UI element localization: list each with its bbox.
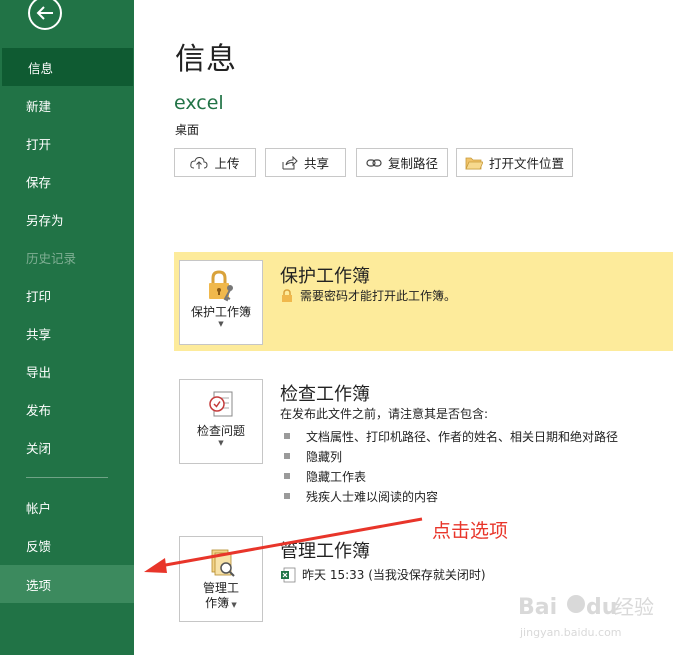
watermark-url: jingyan.baidu.com: [519, 626, 622, 639]
list-item: 残疾人士难以阅读的内容: [284, 486, 618, 506]
list-item: 隐藏列: [284, 446, 618, 466]
watermark-brand-suffix: du: [586, 595, 617, 620]
open-location-label: 打开文件位置: [488, 156, 564, 171]
inspect-document-icon: [204, 388, 238, 422]
nav-label: 另存为: [26, 212, 64, 228]
share-button[interactable]: 共享: [265, 148, 346, 177]
link-icon: [366, 158, 382, 167]
file-location: 桌面: [175, 123, 200, 137]
manage-workbook-button[interactable]: 管理工 作簿 ▼: [179, 536, 263, 622]
nav-label: 选项: [26, 577, 52, 593]
protect-workbook-title: 保护工作簿: [280, 266, 370, 287]
inspect-workbook-desc: 在发布此文件之前，请注意其是否包含:: [280, 407, 489, 421]
nav-item-account[interactable]: 帐户: [0, 488, 134, 526]
copy-path-button[interactable]: 复制路径: [356, 148, 448, 177]
upload-label: 上传: [214, 156, 240, 171]
folder-icon: [465, 157, 483, 169]
lock-key-icon: [203, 269, 239, 303]
watermark-cn: 经验: [614, 595, 654, 619]
nav-label: 反馈: [26, 538, 52, 554]
nav-item-share[interactable]: 共享: [0, 314, 134, 352]
nav-label: 信息: [28, 60, 54, 76]
baidu-jingyan-watermark: Bai du 经验 jingyan.baidu.com: [518, 595, 654, 639]
nav-label: 打印: [26, 288, 52, 304]
inspect-workbook-title: 检查工作簿: [280, 384, 370, 405]
arrow-left-icon: [36, 6, 53, 20]
list-item: 隐藏工作表: [284, 466, 618, 486]
list-item: 文档属性、打印机路径、作者的姓名、相关日期和绝对路径: [284, 426, 618, 446]
backstage-sidebar: 信息 新建 打开 保存 另存为 历史记录 打印 共享 导出 发布 关闭 帐户 反…: [0, 0, 134, 655]
upload-icon: [190, 156, 208, 169]
version-text: 昨天 15:33 (当我没保存就关闭时): [302, 568, 486, 582]
share-icon: [282, 155, 298, 169]
protect-workbook-button[interactable]: 保护工作簿 ▼: [179, 260, 263, 345]
nav-label: 打开: [26, 136, 52, 152]
nav-item-info[interactable]: 信息: [2, 48, 133, 86]
manage-workbook-version[interactable]: 昨天 15:33 (当我没保存就关闭时): [280, 566, 486, 583]
nav-item-save-as[interactable]: 另存为: [0, 200, 134, 238]
manage-tile-label: 管理工 作簿 ▼: [202, 581, 239, 610]
manage-workbook-icon: [204, 545, 238, 579]
file-name: excel: [174, 92, 224, 114]
nav-item-feedback[interactable]: 反馈: [0, 526, 134, 564]
nav-label: 历史记录: [26, 250, 77, 266]
nav-item-new[interactable]: 新建: [0, 86, 134, 124]
protect-desc-text: 需要密码才能打开此工作簿。: [300, 289, 457, 303]
back-button[interactable]: [28, 0, 62, 30]
nav-label: 新建: [26, 98, 52, 114]
manage-workbook-title: 管理工作簿: [280, 541, 370, 562]
dropdown-caret-icon: ▼: [218, 439, 224, 447]
open-location-button[interactable]: 打开文件位置: [456, 148, 573, 177]
nav-item-publish[interactable]: 发布: [0, 390, 134, 428]
nav-item-history: 历史记录: [0, 238, 134, 276]
nav-label: 关闭: [26, 440, 52, 456]
share-label: 共享: [303, 156, 329, 171]
nav-item-open[interactable]: 打开: [0, 124, 134, 162]
nav-item-export[interactable]: 导出: [0, 352, 134, 390]
excel-file-icon: [281, 567, 296, 582]
nav-label: 帐户: [26, 500, 52, 516]
copy-path-label: 复制路径: [387, 156, 438, 171]
check-issues-button[interactable]: 检查问题 ▼: [179, 379, 263, 464]
nav-label: 发布: [26, 402, 52, 418]
protect-tile-label: 保护工作簿: [190, 305, 251, 319]
page-title: 信息: [175, 42, 237, 77]
sidebar-divider: [26, 477, 108, 478]
nav-item-close[interactable]: 关闭: [0, 428, 134, 466]
small-lock-icon: [282, 288, 292, 302]
inspect-tile-label: 检查问题: [196, 424, 245, 438]
watermark-brand: Bai: [518, 595, 557, 620]
inspect-bullet-list: 文档属性、打印机路径、作者的姓名、相关日期和绝对路径 隐藏列 隐藏工作表 残疾人…: [284, 426, 618, 506]
nav-label: 共享: [26, 326, 52, 342]
nav-item-print[interactable]: 打印: [0, 276, 134, 314]
dropdown-caret-icon: ▼: [218, 320, 224, 328]
nav-label: 导出: [26, 364, 52, 380]
nav-label: 保存: [26, 174, 52, 190]
annotation-text: 点击选项: [432, 520, 509, 542]
nav-item-options[interactable]: 选项: [0, 565, 134, 603]
upload-button[interactable]: 上传: [174, 148, 256, 177]
protect-workbook-desc: 需要密码才能打开此工作簿。: [280, 287, 456, 304]
nav-item-save[interactable]: 保存: [0, 162, 134, 200]
